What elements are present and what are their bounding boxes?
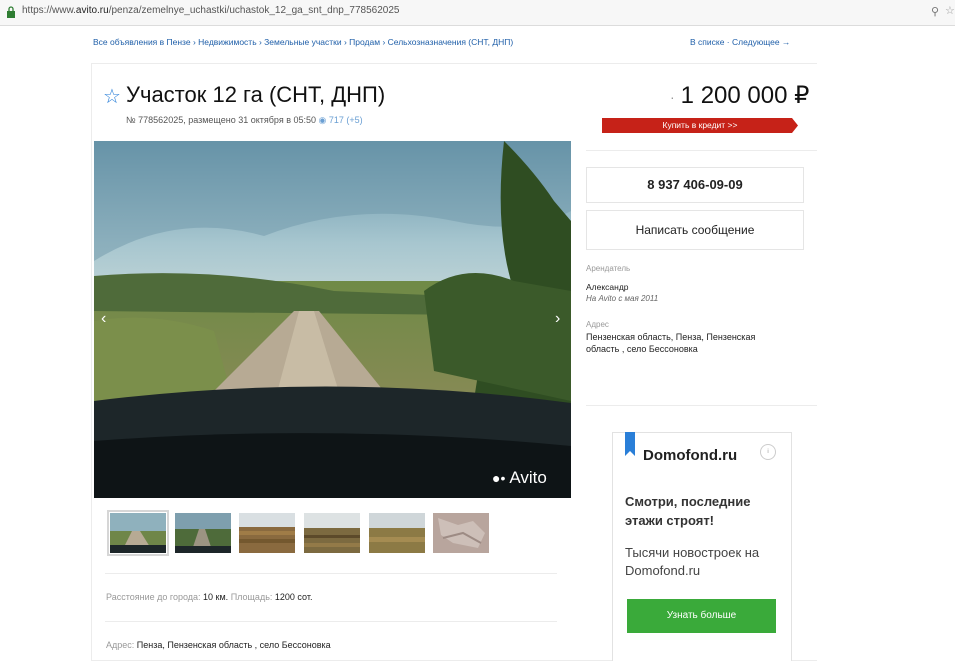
ad-headline: Смотри, последние этажи строят! (625, 494, 751, 528)
views-counter[interactable]: ◉ 717 (+5) (319, 115, 363, 125)
address-line: Адрес: Пенза, Пензенская область , село … (106, 640, 331, 650)
ad-info-icon[interactable]: i (760, 444, 776, 460)
url-text[interactable]: https://www.avito.ru/penza/zemelnye_ucha… (22, 5, 922, 16)
seller-label: Арендатель (586, 264, 631, 273)
divider (105, 621, 557, 622)
thumbnail-5[interactable] (369, 513, 425, 553)
page-title: Участок 12 га (СНТ, ДНП) (126, 82, 386, 107)
prev-photo-arrow[interactable]: ‹ (101, 310, 106, 328)
price-dot-icon: · (670, 88, 675, 105)
thumbnail-2[interactable] (175, 513, 231, 553)
listing-meta: № 778562025, размещено 31 октября в 05:5… (126, 115, 363, 126)
lock-icon (7, 6, 15, 18)
address-label: Адрес (586, 320, 609, 329)
divider (586, 150, 817, 151)
favorite-star-icon[interactable]: ☆ (103, 84, 121, 109)
thumbnail-1[interactable] (107, 510, 169, 556)
next-photo-arrow[interactable]: › (555, 310, 560, 328)
area-value: 1200 сот. (274, 592, 313, 602)
address-value: Пенза, Пензенская область , село Бессоно… (136, 640, 331, 650)
listing-number-date: № 778562025, размещено 31 октября в 05:5… (126, 115, 317, 125)
divider (105, 573, 557, 574)
write-message-button[interactable]: Написать сообщение (586, 210, 804, 250)
avito-logo-icon: ●• (492, 470, 506, 486)
divider (586, 405, 817, 406)
thumbnail-3[interactable] (239, 513, 295, 553)
phone-button[interactable]: 8 937 406-09-09 (586, 167, 804, 203)
main-photo[interactable] (94, 141, 571, 498)
price: · 1 200 000 ₽ (670, 81, 809, 110)
magnifier-icon[interactable]: ⚲ (931, 5, 939, 18)
listing-navigation[interactable]: В списке · Следующее → (690, 37, 790, 47)
buy-on-credit-button[interactable]: Купить в кредит >> (602, 118, 798, 133)
domofond-logo-flag-icon (625, 432, 635, 456)
price-value: 1 200 000 ₽ (680, 82, 810, 109)
thumbnail-6[interactable] (433, 513, 489, 553)
star-icon[interactable]: ☆ (945, 4, 955, 17)
browser-address-bar[interactable]: https://www.avito.ru/penza/zemelnye_ucha… (0, 0, 955, 26)
ad-learn-more-button[interactable]: Узнать больше (627, 599, 776, 633)
distance-area-line: Расстояние до города: 10 км. Площадь: 12… (106, 592, 313, 602)
ad-body: Тысячи новостроек на Domofond.ru (625, 545, 760, 578)
seller-name[interactable]: Александр (586, 282, 629, 292)
road-landscape-image (94, 141, 571, 498)
thumbnail-4[interactable] (304, 513, 360, 553)
address-text: Пензенская область, Пенза, Пензенская об… (586, 332, 756, 354)
ad-brand[interactable]: Domofond.ru (643, 447, 737, 464)
seller-since: На Avito с мая 2011 (586, 294, 659, 303)
distance-value: 10 км. (203, 592, 229, 602)
breadcrumb[interactable]: Все объявления в Пензе › Недвижимость › … (93, 37, 513, 47)
avito-watermark: ●• Avito (492, 468, 547, 487)
